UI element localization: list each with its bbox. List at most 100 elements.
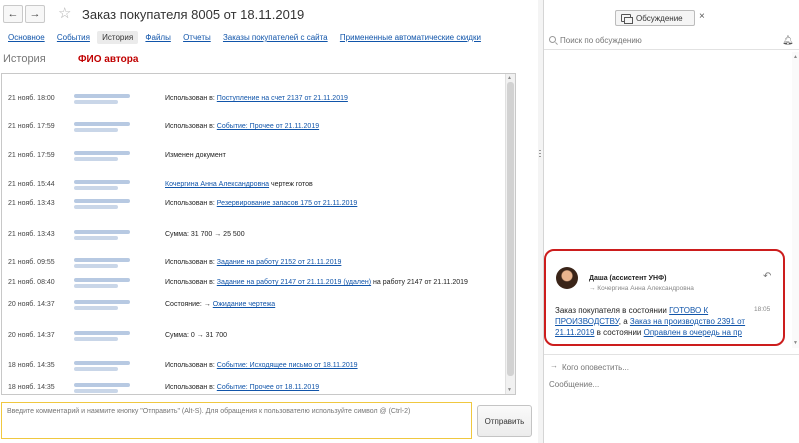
- send-button[interactable]: Отправить: [477, 405, 532, 437]
- history-text: Использован в: Резервирование запасов 17…: [165, 200, 358, 207]
- history-date: 20 нояб. 14:37: [8, 301, 55, 308]
- history-author-blurred[interactable]: [74, 381, 134, 394]
- scroll-down-icon[interactable]: ▼: [507, 387, 512, 393]
- history-scrollbar[interactable]: ▲ ▼: [505, 74, 515, 394]
- history-row: 18 нояб. 14:35 Использован в: Событие: П…: [2, 380, 502, 394]
- history-link[interactable]: Задание на работу 2152 от 21.11.2019: [217, 259, 342, 266]
- tab-main[interactable]: Основное: [3, 31, 50, 44]
- close-icon[interactable]: ×: [699, 11, 705, 22]
- tab-discounts[interactable]: Примененные автоматические скидки: [335, 31, 486, 44]
- discussion-search: 🔔︎: [544, 33, 799, 49]
- history-date: 21 нояб. 17:59: [8, 152, 55, 159]
- history-author-blurred[interactable]: [74, 228, 134, 241]
- history-date: 20 нояб. 14:37: [8, 332, 55, 339]
- history-text: Использован в: Событие: Прочее от 18.11.…: [165, 384, 320, 391]
- history-text: Использован в: Событие: Прочее от 21.11.…: [165, 123, 320, 130]
- scroll-down-icon[interactable]: ▼: [793, 340, 798, 346]
- divider: [544, 49, 799, 50]
- history-link[interactable]: Резервирование запасов 175 от 21.11.2019: [217, 200, 358, 207]
- reply-icon[interactable]: ↶: [763, 271, 771, 282]
- history-text: Состояние: → Ожидание чертежа: [165, 301, 276, 308]
- comment-box: [1, 402, 472, 439]
- history-author-blurred[interactable]: [74, 92, 134, 105]
- history-date: 18 нояб. 14:35: [8, 384, 55, 391]
- message-body: Заказ покупателя в состоянии ГОТОВО К ПР…: [555, 306, 746, 337]
- discussion-message: Даша (ассистент УНФ) ↶ → Кочергина Анна …: [544, 249, 785, 346]
- history-text: Кочергина Анна Александровна чертеж гото…: [165, 181, 313, 188]
- history-row: 21 нояб. 18:00 Использован в: Поступлени…: [2, 91, 502, 107]
- tab-files[interactable]: Файлы: [140, 31, 175, 44]
- history-author-blurred[interactable]: [74, 120, 134, 133]
- main-form: ← → ☆ Заказ покупателя 8005 от 18.11.201…: [0, 0, 538, 443]
- scroll-up-icon[interactable]: ▲: [793, 54, 798, 60]
- scroll-thumb[interactable]: [507, 82, 514, 376]
- history-date: 21 нояб. 18:00: [8, 95, 55, 102]
- history-section-title: История: [3, 53, 46, 65]
- tab-bar: Основное События История Файлы Отчеты За…: [3, 31, 486, 49]
- tab-events[interactable]: События: [52, 31, 95, 44]
- history-author-blurred[interactable]: [74, 256, 134, 269]
- history-date: 21 нояб. 17:59: [8, 123, 55, 130]
- forward-arrow-icon: →: [550, 361, 558, 370]
- history-row: 20 нояб. 14:37 Сумма: 0 → 31 700: [2, 328, 502, 344]
- notify-input[interactable]: [562, 361, 762, 373]
- history-date: 21 нояб. 13:43: [8, 231, 55, 238]
- message-link-production-status[interactable]: Оправлен в очередь на пр: [644, 328, 742, 337]
- history-date: 21 нояб. 09:55: [8, 259, 55, 266]
- history-text: Использован в: Поступление на счет 2137 …: [165, 95, 348, 102]
- history-row: 21 нояб. 17:59 Использован в: Событие: П…: [2, 119, 502, 135]
- avatar: [556, 267, 578, 289]
- forward-button[interactable]: →: [25, 5, 45, 23]
- favorite-star-icon[interactable]: ☆: [58, 4, 71, 22]
- notify-field: →: [544, 358, 799, 378]
- history-text: Использован в: Событие: Исходящее письмо…: [165, 362, 358, 369]
- history-author-blurred[interactable]: [74, 329, 134, 342]
- history-date: 21 нояб. 08:40: [8, 279, 55, 286]
- history-link[interactable]: Событие: Прочее от 18.11.2019: [217, 384, 319, 391]
- message-author: Даша (ассистент УНФ): [589, 275, 667, 282]
- history-author-link[interactable]: Кочергина Анна Александровна: [165, 181, 269, 188]
- history-list[interactable]: 21 нояб. 18:00 Использован в: Поступлени…: [1, 73, 516, 395]
- history-text: Использован в: Задание на работу 2152 от…: [165, 259, 342, 266]
- message-time: 18:05: [754, 306, 771, 313]
- history-link[interactable]: Событие: Исходящее письмо от 18.11.2019: [217, 362, 358, 369]
- history-author-blurred[interactable]: [74, 197, 134, 210]
- history-date: 18 нояб. 14:35: [8, 362, 55, 369]
- history-row: 21 нояб. 08:40 Использован в: Задание на…: [2, 275, 502, 291]
- tab-site-orders[interactable]: Заказы покупателей с сайта: [218, 31, 333, 44]
- history-row: 21 нояб. 15:44 Кочергина Анна Александро…: [2, 177, 502, 193]
- history-text: Изменен документ: [165, 152, 226, 159]
- tab-history[interactable]: История: [97, 31, 139, 44]
- page-title: Заказ покупателя 8005 от 18.11.2019: [82, 7, 305, 22]
- history-row: 21 нояб. 13:43 Использован в: Резервиров…: [2, 196, 502, 212]
- tab-reports[interactable]: Отчеты: [178, 31, 216, 44]
- history-row: 21 нояб. 17:59 Изменен документ: [2, 148, 502, 164]
- discussion-button-label: Обсуждение: [636, 13, 683, 23]
- comment-input[interactable]: [2, 403, 471, 438]
- history-author-blurred[interactable]: [74, 359, 134, 372]
- discussion-button[interactable]: Обсуждение: [615, 10, 695, 26]
- history-link[interactable]: Ожидание чертежа: [213, 301, 275, 308]
- history-author-blurred[interactable]: [74, 298, 134, 311]
- search-icon: [549, 36, 556, 43]
- history-author-blurred[interactable]: [74, 178, 134, 191]
- back-button[interactable]: ←: [3, 5, 23, 23]
- history-text: Сумма: 31 700 → 25 500: [165, 231, 245, 238]
- history-author-blurred[interactable]: [74, 276, 134, 289]
- search-input[interactable]: [560, 34, 760, 47]
- history-link[interactable]: Поступление на счет 2137 от 21.11.2019: [217, 95, 348, 102]
- history-link[interactable]: Задание на работу 2147 от 21.11.2019 (уд…: [217, 279, 371, 286]
- scroll-up-icon[interactable]: ▲: [507, 75, 512, 81]
- author-annotation: ФИО автора: [78, 54, 139, 65]
- discussion-scrollbar[interactable]: ▲ ▼: [792, 52, 799, 348]
- discussion-panel: Обсуждение × 🔔︎ ▲ ▼ Даша (ассистент УНФ)…: [543, 0, 799, 443]
- message-input[interactable]: [549, 377, 789, 391]
- history-text: Использован в: Задание на работу 2147 от…: [165, 279, 468, 286]
- history-text: Сумма: 0 → 31 700: [165, 332, 228, 339]
- history-link[interactable]: Событие: Прочее от 21.11.2019: [217, 123, 319, 130]
- history-author-blurred[interactable]: [74, 149, 134, 162]
- bell-icon[interactable]: 🔔︎: [782, 35, 793, 46]
- history-row: 18 нояб. 14:35 Использован в: Событие: И…: [2, 358, 502, 374]
- history-date: 21 нояб. 15:44: [8, 181, 55, 188]
- discussion-icon: [621, 14, 633, 24]
